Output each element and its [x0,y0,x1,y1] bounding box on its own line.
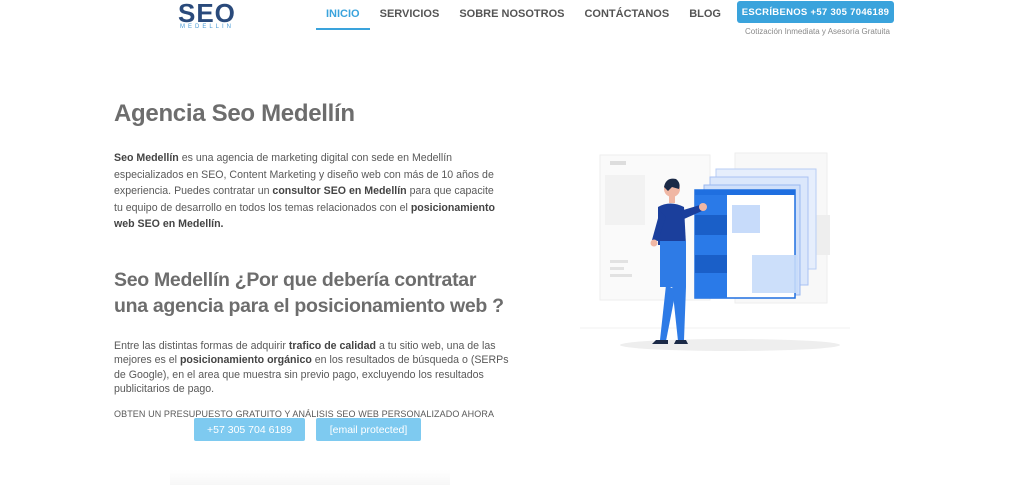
header-contact-subtext: Cotización Inmediata y Asesoría Gratuita [745,27,890,36]
nav-item-sobre-nosotros[interactable]: SOBRE NOSOTROS [449,7,574,30]
contact-buttons: +57 305 704 6189 [email protected] [194,418,421,441]
offer-text: OBTEN UN PRESUPUESTO GRATUITO Y ANÁLISIS… [114,408,495,419]
section-divider [170,470,450,485]
body-bold-4: posicionamiento orgánico [179,354,312,366]
seo-illustration [580,152,850,351]
body-bold-2: trafico de calidad [288,339,377,352]
header-contact-button[interactable]: ESCRÍBENOS +57 305 7046189 [737,1,894,23]
nav-item-inicio[interactable]: INICIO [316,7,370,30]
phone-button[interactable]: +57 305 704 6189 [194,418,305,441]
logo-subtext: MEDELLIN [180,24,235,30]
body-paragraph: Entre las distintas formas de adquirir t… [114,339,509,397]
body-text-1: Entre las distintas formas de adquirir [114,339,289,352]
intro-bold-1: Seo Medellín [114,152,179,164]
main-nav: INICIO SERVICIOS SOBRE NOSOTROS CONTÁCTA… [316,7,731,30]
nav-item-servicios[interactable]: SERVICIOS [370,7,450,30]
intro-paragraph: Seo Medellín es una agencia de marketing… [114,150,504,233]
site-logo[interactable]: SEO MEDELLIN [178,0,240,34]
main-content: Agencia Seo Medellín Seo Medellín es una… [114,100,514,431]
page-title: Agencia Seo Medellín [114,100,355,127]
nav-item-contactanos[interactable]: CONTÁCTANOS [574,7,679,30]
section-subtitle: Seo Medellín ¿Por que debería contratar … [114,268,504,317]
nav-item-blog[interactable]: BLOG [679,7,731,30]
site-header: SEO MEDELLIN INICIO SERVICIOS SOBRE NOSO… [0,0,1024,44]
intro-bold-3: consultor SEO en Medellín [272,185,407,197]
email-button[interactable]: [email protected] [316,418,421,441]
